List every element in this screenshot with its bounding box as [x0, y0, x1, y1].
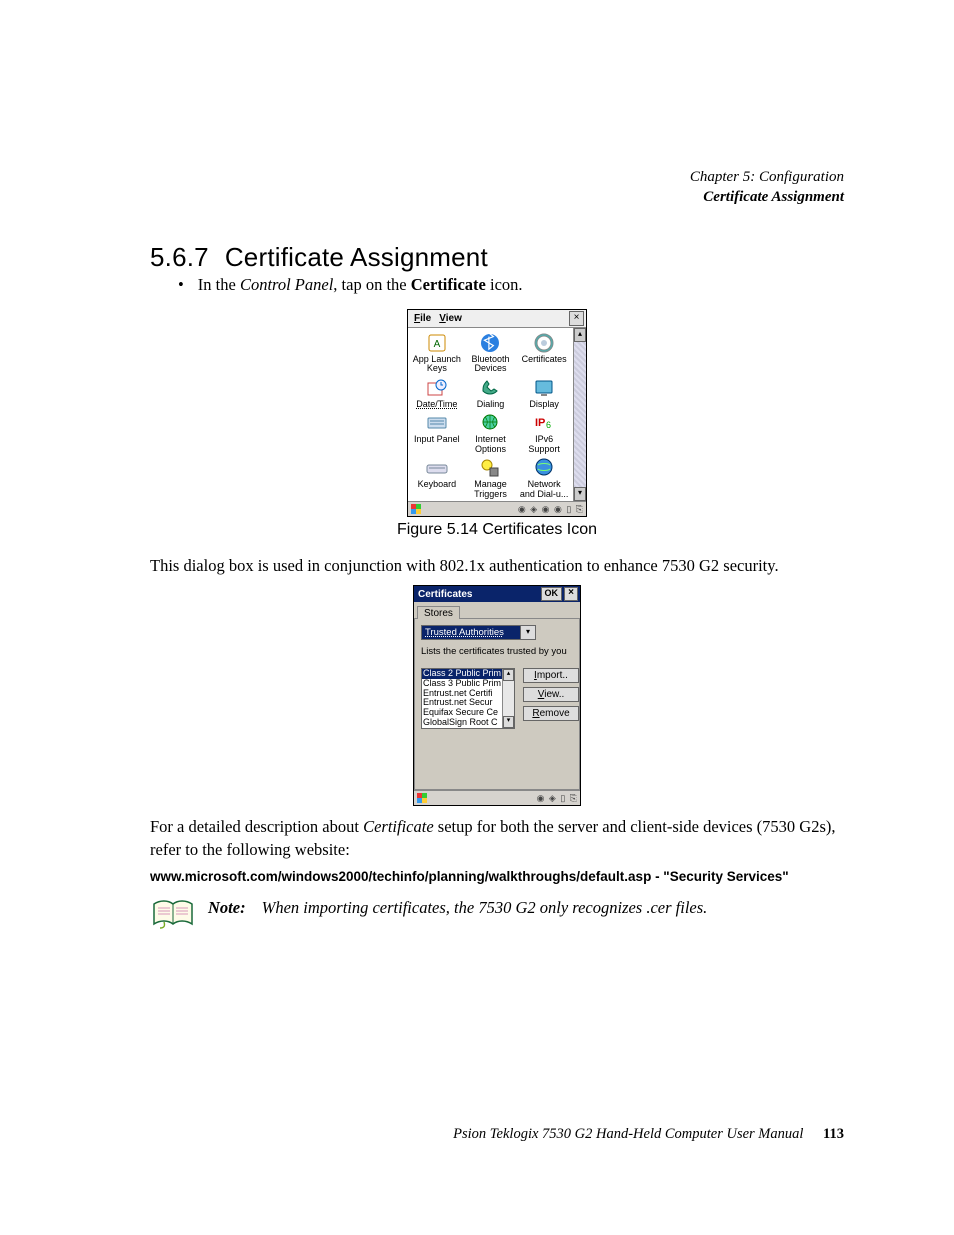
- scroll-up-icon[interactable]: ▴: [503, 669, 514, 681]
- svg-text:IP: IP: [535, 417, 545, 429]
- cp-item-display[interactable]: Display: [517, 376, 571, 409]
- section-number: 5.6.7: [150, 242, 209, 272]
- instruction-bullet: •In the Control Panel, tap on the Certif…: [178, 275, 844, 295]
- scroll-down-icon[interactable]: ▾: [574, 487, 586, 501]
- header-chapter: Chapter 5: Configuration: [690, 168, 844, 188]
- certificate-list[interactable]: Class 2 Public Prim Class 3 Public Prim …: [421, 668, 515, 729]
- cp-item-bluetooth[interactable]: Bluetooth Devices: [464, 331, 518, 374]
- list-item[interactable]: Equifax Secure Ce: [422, 708, 502, 718]
- dialog-tabs: Stores: [414, 602, 580, 618]
- close-icon[interactable]: ×: [564, 587, 578, 601]
- page-footer: Psion Teklogix 7530 G2 Hand-Held Compute…: [453, 1126, 844, 1143]
- scroll-down-icon[interactable]: ▾: [503, 716, 514, 728]
- app-launch-icon: A: [426, 332, 448, 354]
- dialing-icon: [479, 377, 501, 399]
- date-time-icon: [426, 377, 448, 399]
- tab-stores[interactable]: Stores: [417, 606, 460, 619]
- bluetooth-icon: [479, 332, 501, 354]
- cp-item-keyboard[interactable]: Keyboard: [410, 456, 464, 499]
- display-icon: [533, 377, 555, 399]
- control-panel-scrollbar[interactable]: ▴ ▾: [573, 328, 586, 501]
- system-tray: ◉ ◈ ◉ ◉ ▯ ⎘: [518, 504, 584, 515]
- system-tray: ◉ ◈ ▯ ⎘: [537, 793, 578, 804]
- control-panel-window: File View × A App Launch Keys Bluetooth …: [407, 309, 587, 517]
- control-panel-grid: A App Launch Keys Bluetooth Devices Cert…: [408, 328, 573, 501]
- cp-item-certificates[interactable]: Certificates: [517, 331, 571, 374]
- ipv6-icon: IP6: [533, 412, 555, 434]
- note-text: Note:When importing certificates, the 75…: [208, 898, 707, 918]
- list-item[interactable]: Entrust.net Secur: [422, 698, 502, 708]
- network-icon: [533, 457, 555, 479]
- chevron-down-icon[interactable]: ▾: [521, 625, 536, 640]
- cp-item-internet-options[interactable]: Internet Options: [464, 411, 518, 454]
- note-label: Note:: [208, 898, 246, 917]
- menu-view[interactable]: View: [435, 313, 466, 324]
- store-select[interactable]: Trusted Authorities ▾: [421, 625, 536, 640]
- cp-item-network[interactable]: Network and Dial-u...: [517, 456, 571, 499]
- list-item[interactable]: Entrust.net Certifi: [422, 689, 502, 699]
- import-button[interactable]: Import..: [523, 668, 579, 683]
- manage-triggers-icon: [479, 457, 501, 479]
- list-item[interactable]: GlobalSign Root C: [422, 718, 502, 728]
- paragraph-1: This dialog box is used in conjunction w…: [150, 555, 844, 577]
- internet-options-icon: [479, 412, 501, 434]
- start-icon[interactable]: [416, 792, 428, 804]
- note-book-icon: [150, 898, 196, 935]
- store-description: Lists the certificates trusted by you: [421, 646, 573, 657]
- list-item[interactable]: Class 3 Public Prim: [422, 679, 502, 689]
- cp-item-app-launch-keys[interactable]: A App Launch Keys: [410, 331, 464, 374]
- svg-text:6: 6: [546, 420, 551, 430]
- note-block: Note:When importing certificates, the 75…: [150, 898, 844, 935]
- control-panel-menubar: File View ×: [408, 310, 586, 328]
- certificates-dialog: Certificates OK × Stores Trusted Authori…: [413, 585, 581, 806]
- section-heading: 5.6.7 Certificate Assignment: [150, 242, 844, 273]
- page-number: 113: [823, 1126, 844, 1142]
- list-item[interactable]: Class 2 Public Prim: [422, 669, 502, 679]
- page-header: Chapter 5: Configuration Certificate Ass…: [690, 168, 844, 207]
- svg-text:A: A: [433, 339, 440, 350]
- cp-item-manage-triggers[interactable]: Manage Triggers: [464, 456, 518, 499]
- dialog-pane: Trusted Authorities ▾ Lists the certific…: [414, 618, 580, 790]
- input-panel-icon: [426, 412, 448, 434]
- remove-button[interactable]: Remove: [523, 706, 579, 721]
- menu-file[interactable]: File: [410, 313, 435, 324]
- control-panel-taskbar: ◉ ◈ ◉ ◉ ▯ ⎘: [408, 501, 586, 516]
- cp-item-date-time[interactable]: Date/Time: [410, 376, 464, 409]
- keyboard-icon: [426, 457, 448, 479]
- store-select-value: Trusted Authorities: [421, 625, 521, 640]
- cp-item-dialing[interactable]: Dialing: [464, 376, 518, 409]
- header-section: Certificate Assignment: [690, 188, 844, 208]
- reference-url: www.microsoft.com/windows2000/techinfo/p…: [150, 869, 844, 884]
- ok-button[interactable]: OK: [541, 587, 563, 601]
- certificates-icon: [533, 332, 555, 354]
- dialog-title: Certificates: [418, 589, 472, 600]
- dialog-taskbar: ◉ ◈ ▯ ⎘: [414, 790, 580, 805]
- paragraph-2: For a detailed description about Certifi…: [150, 816, 844, 861]
- scroll-up-icon[interactable]: ▴: [574, 328, 586, 342]
- start-icon[interactable]: [410, 503, 422, 515]
- bullet-dot: •: [178, 275, 184, 294]
- list-scrollbar[interactable]: ▴ ▾: [502, 669, 514, 728]
- dialog-titlebar: Certificates OK ×: [414, 586, 580, 602]
- footer-text: Psion Teklogix 7530 G2 Hand-Held Compute…: [453, 1126, 803, 1142]
- section-title: Certificate Assignment: [225, 242, 488, 272]
- figure-caption: Figure 5.14 Certificates Icon: [150, 521, 844, 539]
- cp-item-input-panel[interactable]: Input Panel: [410, 411, 464, 454]
- view-button[interactable]: View..: [523, 687, 579, 702]
- cp-item-ipv6[interactable]: IP6 IPv6 Support: [517, 411, 571, 454]
- close-icon[interactable]: ×: [569, 311, 584, 326]
